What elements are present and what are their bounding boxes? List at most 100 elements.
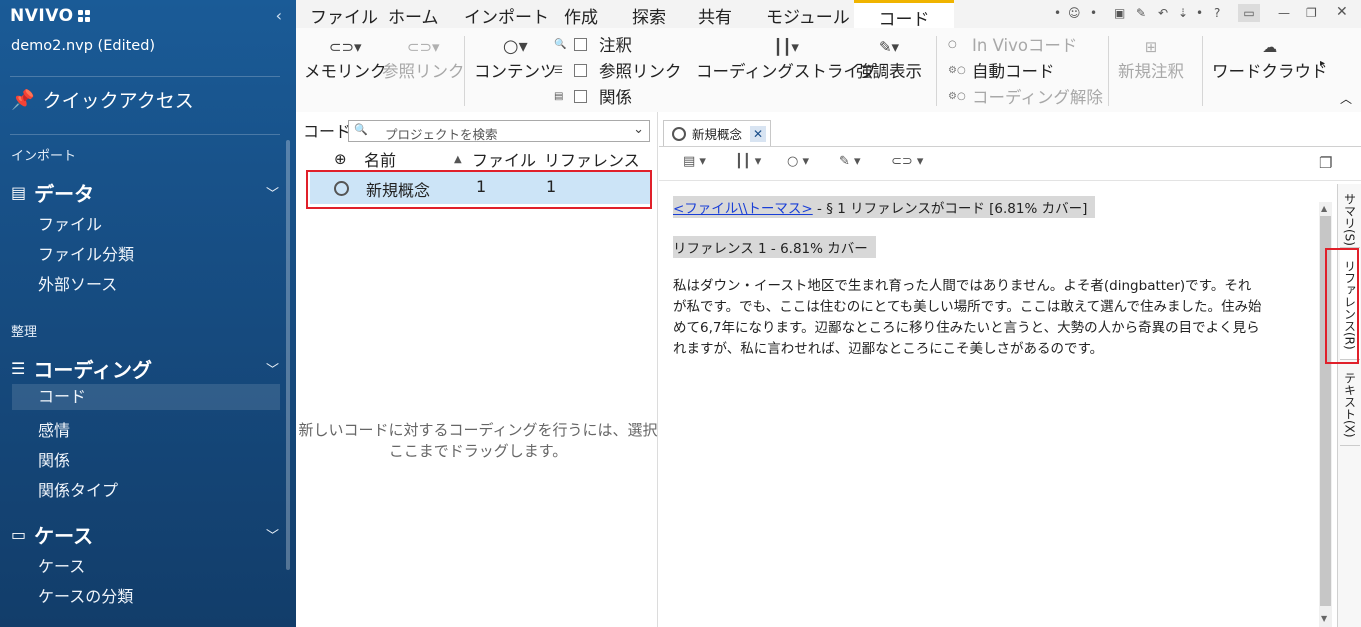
collapse-ribbon-icon[interactable]: ︿: [1340, 90, 1352, 107]
tab-create[interactable]: 作成: [564, 3, 598, 28]
column-header-references[interactable]: リファレンス: [544, 148, 640, 170]
sidebar-item-sentiment[interactable]: 感情: [38, 417, 70, 441]
annotation-icon: 🔍: [554, 38, 567, 50]
cloud-icon: ☁: [1262, 38, 1278, 56]
search-input[interactable]: 🔍 プロジェクトを検索 ⌄: [348, 120, 650, 142]
reference-content: <ファイル\\トーマス> - § 1 リファレンスがコード [6.81% カバー…: [673, 196, 1293, 360]
tab-modules[interactable]: モジュール: [766, 3, 850, 28]
navigation-sidebar: NVIVO ‹ demo2.nvp (Edited) 📌 クイックアクセス イン…: [0, 0, 296, 627]
reference-paragraph[interactable]: 私はダウン・イースト地区で生まれ育った人間ではありません。よそ者(dingbat…: [673, 276, 1263, 360]
lock-icon[interactable]: •: [1090, 6, 1097, 20]
tab-new-code[interactable]: 新規概念 ✕: [663, 120, 771, 146]
sidebar-item-files[interactable]: ファイル: [38, 211, 102, 235]
close-icon[interactable]: ✕: [1336, 4, 1348, 20]
tab-import[interactable]: インポート: [464, 3, 549, 28]
divider: [464, 36, 465, 106]
sidebar-item-case-classifications[interactable]: ケースの分類: [38, 583, 133, 607]
uncode-button[interactable]: ⚙○ コーディング解除: [948, 84, 1103, 108]
tab-code[interactable]: コード: [854, 0, 954, 30]
see-also-checkbox[interactable]: ☰ 参照リンク: [554, 58, 682, 82]
row-highlight-box: [306, 170, 652, 209]
close-tab-icon[interactable]: ✕: [750, 125, 766, 142]
tab-file[interactable]: ファイル: [310, 3, 378, 28]
group-coding[interactable]: ☰ コーディング ﹀: [11, 354, 283, 383]
code-detail-panel: 新規概念 ✕ ▤ ▾ ┃┃ ▾ ○ ▾ ✎ ▾ ⊂⊃ ▾ ❐ <ファイル\\トー…: [659, 112, 1361, 627]
highlighter-icon: ✎▾: [878, 38, 900, 56]
help-icon[interactable]: ?: [1214, 6, 1220, 20]
side-tab-highlight-box: [1325, 248, 1359, 364]
more-icon[interactable]: •: [1054, 6, 1061, 20]
ribbon-scroll-right-icon[interactable]: ▸: [1320, 58, 1325, 69]
data-icon: ▤: [11, 183, 27, 202]
comments-icon[interactable]: ▭: [1238, 4, 1260, 22]
contents-button[interactable]: ○▾ コンテンツ: [474, 36, 557, 82]
divider: [936, 36, 937, 106]
word-cloud-button[interactable]: ☁ ワードクラウド: [1212, 36, 1328, 82]
new-annotation-button[interactable]: ⊞ 新規注釈: [1118, 36, 1184, 82]
restore-icon[interactable]: ❐: [1306, 6, 1317, 20]
auto-code-icon: ⚙○: [948, 64, 966, 76]
briefcase-icon: ▭: [11, 525, 27, 544]
logo-dots-icon: [77, 10, 90, 22]
customize-icon[interactable]: ⇣: [1178, 6, 1188, 20]
in-vivo-code-button[interactable]: ○ In Vivoコード: [948, 32, 1077, 56]
sidebar-item-file-classifications[interactable]: ファイル分類: [38, 241, 134, 265]
sidebar-item-relationship-types[interactable]: 関係タイプ: [38, 477, 118, 501]
drag-hint: 新しいコードに対するコーディングを行うには、選択 ここまでドラッグします。: [298, 421, 658, 460]
divider: [1108, 36, 1109, 106]
add-column-icon[interactable]: ⊕: [334, 148, 347, 170]
edit-icon[interactable]: ✎: [1136, 6, 1146, 20]
group-data[interactable]: ▤ データ ﹀: [11, 178, 283, 207]
undock-icon[interactable]: ❐: [1319, 154, 1332, 172]
sidebar-item-externals[interactable]: 外部ソース: [38, 271, 117, 295]
node-button[interactable]: ○ ▾: [787, 154, 809, 169]
scroll-up-icon[interactable]: ▲: [1321, 204, 1327, 213]
annotation-checkbox[interactable]: 🔍 注釈: [554, 32, 632, 56]
save-icon[interactable]: ▣: [1114, 6, 1125, 20]
group-cases[interactable]: ▭ ケース ﹀: [11, 520, 283, 549]
relations-checkbox[interactable]: ▤ 関係: [554, 84, 632, 108]
see-also-link-button[interactable]: ⊂⊃▾ 参照リンク: [382, 36, 465, 82]
scroll-down-icon[interactable]: ▼: [1321, 614, 1327, 623]
panel-title: コード: [303, 122, 352, 141]
more-icon[interactable]: •: [1196, 6, 1203, 20]
tab-text[interactable]: テキスト(X): [1340, 364, 1360, 446]
column-header-files[interactable]: ファイル: [472, 148, 536, 170]
link-button[interactable]: ⊂⊃ ▾: [891, 154, 923, 169]
app-logo: NVIVO: [10, 6, 90, 26]
account-icon[interactable]: ☺: [1068, 6, 1081, 20]
tab-home[interactable]: ホーム: [388, 3, 439, 28]
pin-icon: 📌: [11, 89, 35, 111]
view-options-button[interactable]: ▤ ▾: [683, 154, 706, 169]
sidebar-item-codes[interactable]: コード: [12, 384, 280, 410]
divider: [10, 134, 280, 135]
new-annotation-icon: ⊞: [1144, 38, 1158, 56]
auto-code-button[interactable]: ⚙○ 自動コード: [948, 58, 1055, 82]
file-link[interactable]: <ファイル\\トーマス>: [673, 201, 813, 217]
tab-explore[interactable]: 探索: [632, 3, 666, 28]
codes-list-panel: コード 🔍 プロジェクトを検索 ⌄ ⊕ 名前 ▲ ファイル リファレンス 新規概…: [298, 112, 658, 627]
link-icon: ⊂⊃▾: [406, 38, 440, 56]
sidebar-scrollbar[interactable]: [286, 140, 290, 570]
list-icon: ☰: [554, 64, 563, 76]
highlight-button[interactable]: ✎ ▾: [839, 154, 861, 169]
ribbon: ファイル ホーム インポート 作成 探索 共有 モジュール コード • ☺ • …: [296, 0, 1361, 112]
chevron-down-icon[interactable]: ⌄: [633, 122, 644, 137]
section-organize: 整理: [11, 325, 38, 340]
tab-share[interactable]: 共有: [698, 3, 732, 28]
coding-stripes-button[interactable]: ┃┃ ▾: [735, 154, 761, 169]
coding-icon: ☰: [11, 359, 26, 378]
column-header-name[interactable]: 名前: [364, 148, 396, 170]
project-name: demo2.nvp (Edited): [11, 38, 156, 54]
memo-link-button[interactable]: ⊂⊃▾ メモリンク: [304, 36, 387, 82]
coding-stripes-icon: ┃┃▾: [773, 38, 799, 56]
tab-summary[interactable]: サマリ(S): [1340, 192, 1360, 248]
collapse-sidebar-icon[interactable]: ‹: [276, 6, 282, 25]
undo-icon[interactable]: ↶: [1158, 6, 1168, 20]
minimize-icon[interactable]: —: [1278, 6, 1290, 20]
quick-access-button[interactable]: 📌 クイックアクセス: [11, 86, 194, 113]
sidebar-item-relationships[interactable]: 関係: [38, 447, 70, 471]
coding-stripes-button[interactable]: ┃┃▾ コーディングストライプ: [696, 36, 876, 82]
highlight-button[interactable]: ✎▾ 強調表示: [856, 36, 922, 82]
sidebar-item-cases[interactable]: ケース: [38, 553, 85, 577]
